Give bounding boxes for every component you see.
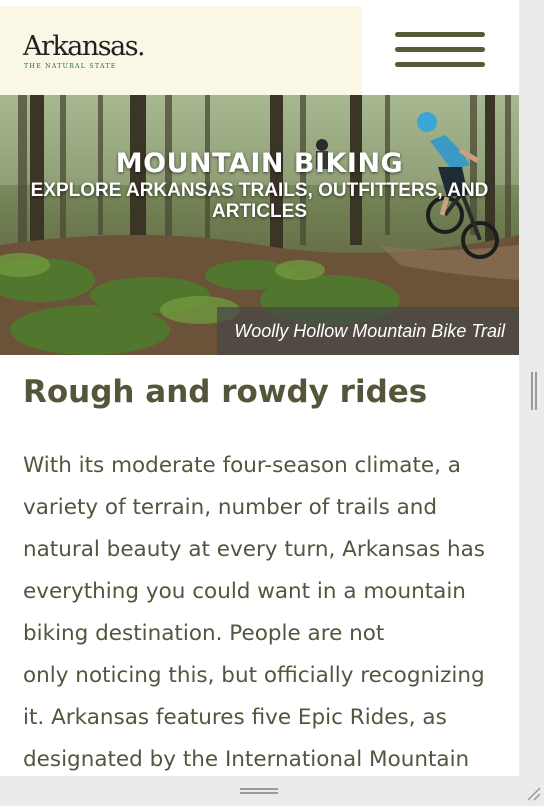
article-heading: Rough and rowdy rides [23, 374, 428, 410]
hero-subtitle: EXPLORE ARKANSAS TRAILS, OUTFITTERS, AND… [30, 180, 489, 222]
photo-caption: Woolly Hollow Mountain Bike Trail [217, 307, 519, 355]
body-line: it. Arkansas features five Epic Rides, a… [23, 705, 447, 730]
body-line: With its moderate four-season climate, a [23, 453, 461, 478]
body-line: biking destination. People are not [23, 621, 385, 646]
logo-tagline: THE NATURAL STATE [24, 63, 117, 70]
article-body: With its moderate four-season climate, a… [23, 445, 513, 776]
body-line: only noticing this, but officially recog… [23, 663, 485, 688]
body-line: variety of terrain, number of trails and [23, 495, 438, 520]
body-line: natural beauty at every turn, Arkansas h… [23, 537, 486, 562]
resize-grip-icon[interactable] [524, 784, 542, 802]
logo-wordmark: Arkansas. [23, 31, 146, 62]
horizontal-scrollbar-thumb[interactable] [240, 788, 278, 794]
hero-banner: MOUNTAIN BIKING EXPLORE ARKANSAS TRAILS,… [0, 95, 519, 355]
vertical-scrollbar-thumb[interactable] [531, 372, 537, 410]
page-viewport: Arkansas. THE NATURAL STATE MOUNTAIN BIK… [0, 0, 519, 776]
body-line: designated by the International Mountain [23, 747, 470, 772]
hero-title: MOUNTAIN BIKING [115, 148, 404, 179]
hamburger-menu-icon[interactable] [395, 32, 485, 68]
menu-area [362, 6, 519, 95]
body-line: everything you could want in a mountain [23, 579, 466, 604]
site-logo-link[interactable]: Arkansas. THE NATURAL STATE [0, 6, 362, 95]
